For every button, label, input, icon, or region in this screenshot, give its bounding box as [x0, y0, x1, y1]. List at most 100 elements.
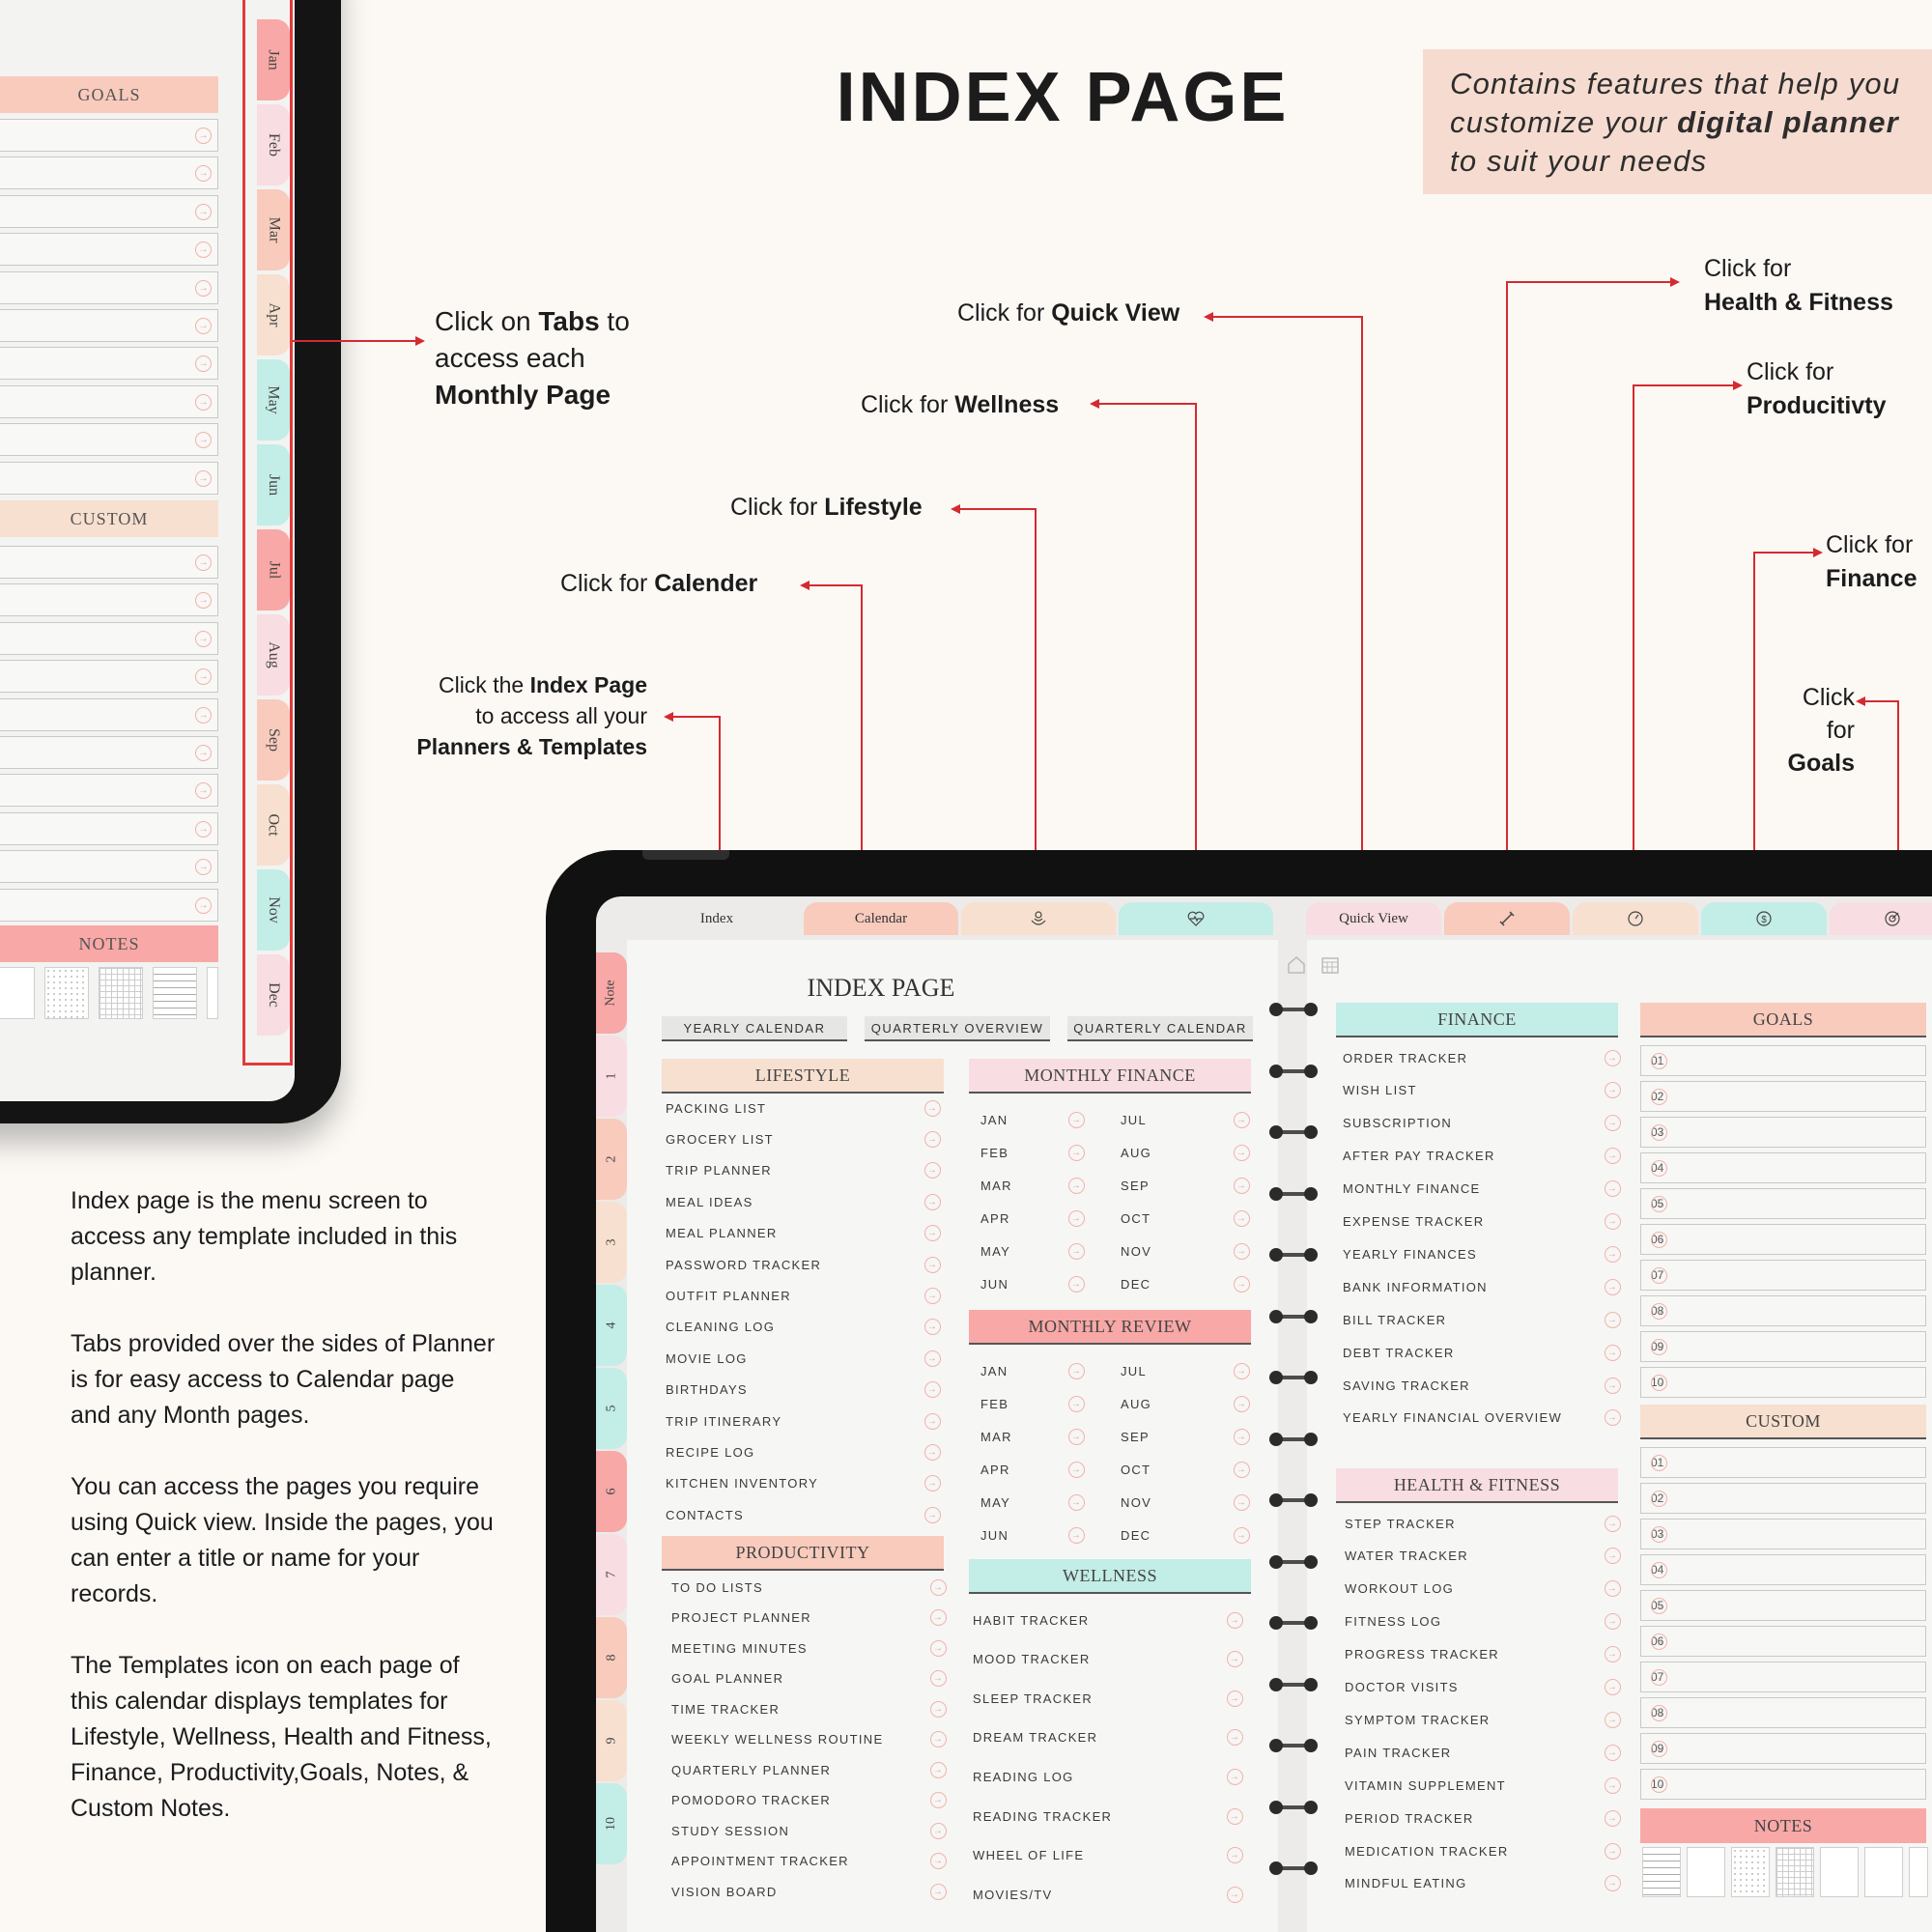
lifestyle-item[interactable]: MEAL PLANNER →	[666, 1221, 941, 1246]
grid-note-thumb-br[interactable]	[1776, 1847, 1814, 1897]
productivity-header[interactable]: PRODUCTIVITY	[662, 1536, 944, 1571]
side-tab-3[interactable]: 3	[596, 1202, 627, 1283]
health-item[interactable]: PERIOD TRACKER →	[1345, 1805, 1621, 1831]
arrow-right-circle-icon[interactable]: →	[1068, 1526, 1085, 1544]
lifestyle-item[interactable]: CONTACTS →	[666, 1502, 941, 1527]
arrow-right-circle-icon[interactable]: →	[930, 1609, 947, 1626]
arrow-right-circle-icon[interactable]: →	[195, 706, 212, 724]
custom-row[interactable]: →	[0, 850, 218, 884]
arrow-right-circle-icon[interactable]: →	[195, 469, 212, 487]
custom-row[interactable]: →	[0, 736, 218, 769]
goals-row[interactable]: 03 →	[1640, 1117, 1926, 1148]
arrow-right-circle-icon[interactable]: →	[195, 432, 212, 449]
finance-item[interactable]: YEARLY FINANCES →	[1343, 1241, 1621, 1266]
goals-row[interactable]: 02 →	[1640, 1081, 1926, 1112]
tab-wellness[interactable]	[1119, 902, 1273, 935]
arrow-right-circle-icon[interactable]: →	[1651, 1705, 1667, 1721]
arrow-right-circle-icon[interactable]: →	[1605, 1409, 1621, 1427]
arrow-right-circle-icon[interactable]: →	[1605, 1776, 1621, 1794]
lifestyle-item[interactable]: RECIPE LOG →	[666, 1439, 941, 1464]
finance-item[interactable]: YEARLY FINANCIAL OVERVIEW →	[1343, 1406, 1621, 1431]
grid-note-thumb[interactable]	[99, 967, 143, 1019]
monthly-review-header[interactable]: MONTHLY REVIEW	[969, 1310, 1251, 1345]
arrow-right-circle-icon[interactable]: →	[1651, 1526, 1667, 1543]
goals-row[interactable]: 05 →	[1640, 1188, 1926, 1219]
note-template-thumb[interactable]	[0, 967, 35, 1019]
custom-row[interactable]: 10 →	[1640, 1769, 1926, 1800]
custom-row[interactable]: 07 →	[1640, 1662, 1926, 1692]
monthly-review-month-nov[interactable]: NOV →	[1121, 1490, 1250, 1515]
arrow-right-circle-icon[interactable]: →	[1234, 1526, 1250, 1544]
side-tab-9[interactable]: 9	[596, 1700, 627, 1781]
custom-row[interactable]: →	[0, 660, 218, 694]
arrow-right-circle-icon[interactable]: →	[1234, 1428, 1250, 1445]
arrow-right-circle-icon[interactable]: →	[195, 554, 212, 571]
monthly-review-month-jan[interactable]: JAN →	[980, 1358, 1085, 1383]
arrow-right-circle-icon[interactable]: →	[1651, 1303, 1667, 1320]
arrow-right-circle-icon[interactable]: →	[195, 203, 212, 220]
monthly-finance-header[interactable]: MONTHLY FINANCE	[969, 1059, 1251, 1094]
arrow-right-circle-icon[interactable]: →	[1605, 1213, 1621, 1230]
lifestyle-item[interactable]: TRIP PLANNER →	[666, 1158, 941, 1183]
arrow-right-circle-icon[interactable]: →	[924, 1319, 941, 1336]
productivity-item[interactable]: STUDY SESSION →	[671, 1818, 947, 1843]
goal-row[interactable]: →	[0, 309, 218, 342]
arrow-right-circle-icon[interactable]: →	[1605, 1049, 1621, 1066]
side-tab-1[interactable]: 1	[596, 1036, 627, 1117]
arrow-right-circle-icon[interactable]: →	[1227, 1611, 1243, 1629]
arrow-right-circle-icon[interactable]: →	[1227, 1651, 1243, 1668]
wellness-item[interactable]: MOOD TRACKER →	[973, 1647, 1243, 1672]
arrow-right-circle-icon[interactable]: →	[1605, 1679, 1621, 1695]
arrow-right-circle-icon[interactable]: →	[1605, 1580, 1621, 1598]
arrow-right-circle-icon[interactable]: →	[195, 355, 212, 373]
monthly-review-month-aug[interactable]: AUG →	[1121, 1391, 1250, 1416]
health-item[interactable]: WATER TRACKER →	[1345, 1544, 1621, 1569]
finance-item[interactable]: ORDER TRACKER →	[1343, 1045, 1621, 1070]
arrow-right-circle-icon[interactable]: →	[1227, 1690, 1243, 1707]
arrow-right-circle-icon[interactable]: →	[1605, 1377, 1621, 1394]
arrow-right-circle-icon[interactable]: →	[1651, 1160, 1667, 1177]
arrow-right-circle-icon[interactable]: →	[195, 393, 212, 411]
productivity-item[interactable]: PROJECT PLANNER →	[671, 1605, 947, 1631]
health-item[interactable]: VITAMIN SUPPLEMENT →	[1345, 1773, 1621, 1798]
split-note-thumb-br[interactable]	[1864, 1847, 1903, 1897]
productivity-item[interactable]: POMODORO TRACKER →	[671, 1788, 947, 1813]
goal-row[interactable]: →	[0, 233, 218, 267]
arrow-right-circle-icon[interactable]: →	[1068, 1144, 1085, 1161]
lifestyle-item[interactable]: BIRTHDAYS →	[666, 1378, 941, 1403]
arrow-right-circle-icon[interactable]: →	[1651, 1455, 1667, 1471]
yearly-calendar-button[interactable]: YEARLY CALENDAR	[662, 1016, 847, 1041]
custom-header-br[interactable]: CUSTOM	[1640, 1405, 1926, 1439]
custom-row[interactable]: 04 →	[1640, 1554, 1926, 1585]
arrow-right-circle-icon[interactable]: →	[924, 1506, 941, 1523]
monthly-finance-month-apr[interactable]: APR →	[980, 1206, 1085, 1231]
arrow-right-circle-icon[interactable]: →	[1605, 1548, 1621, 1565]
goal-row[interactable]: →	[0, 194, 218, 228]
tab-goals[interactable]	[1830, 902, 1932, 935]
arrow-right-circle-icon[interactable]: →	[924, 1287, 941, 1304]
health-item[interactable]: STEP TRACKER →	[1345, 1511, 1621, 1536]
arrow-right-circle-icon[interactable]: →	[195, 242, 212, 259]
custom-row[interactable]: →	[0, 811, 218, 845]
arrow-right-circle-icon[interactable]: →	[1651, 1598, 1667, 1614]
arrow-right-circle-icon[interactable]: →	[1234, 1362, 1250, 1379]
extra-note-thumb-br[interactable]	[1909, 1847, 1928, 1897]
wellness-header[interactable]: WELLNESS	[969, 1559, 1251, 1594]
arrow-right-circle-icon[interactable]: →	[924, 1475, 941, 1492]
arrow-right-circle-icon[interactable]: →	[1605, 1245, 1621, 1263]
lifestyle-item[interactable]: PACKING LIST →	[666, 1095, 941, 1121]
monthly-finance-month-aug[interactable]: AUG →	[1121, 1140, 1250, 1165]
cornell-note-thumb-br[interactable]	[1820, 1847, 1859, 1897]
side-tab-5[interactable]: 5	[596, 1368, 627, 1449]
custom-row[interactable]: →	[0, 774, 218, 808]
arrow-right-circle-icon[interactable]: →	[195, 279, 212, 297]
productivity-item[interactable]: TO DO LISTS →	[671, 1575, 947, 1600]
monthly-review-month-mar[interactable]: MAR →	[980, 1424, 1085, 1449]
custom-row[interactable]: →	[0, 888, 218, 922]
monthly-review-month-jun[interactable]: JUN →	[980, 1522, 1085, 1548]
arrow-right-circle-icon[interactable]: →	[1651, 1339, 1667, 1355]
arrow-right-circle-icon[interactable]: →	[1651, 1741, 1667, 1757]
monthly-finance-month-feb[interactable]: FEB →	[980, 1140, 1085, 1165]
lifestyle-item[interactable]: PASSWORD TRACKER →	[666, 1252, 941, 1277]
monthly-finance-month-dec[interactable]: DEC →	[1121, 1271, 1250, 1296]
